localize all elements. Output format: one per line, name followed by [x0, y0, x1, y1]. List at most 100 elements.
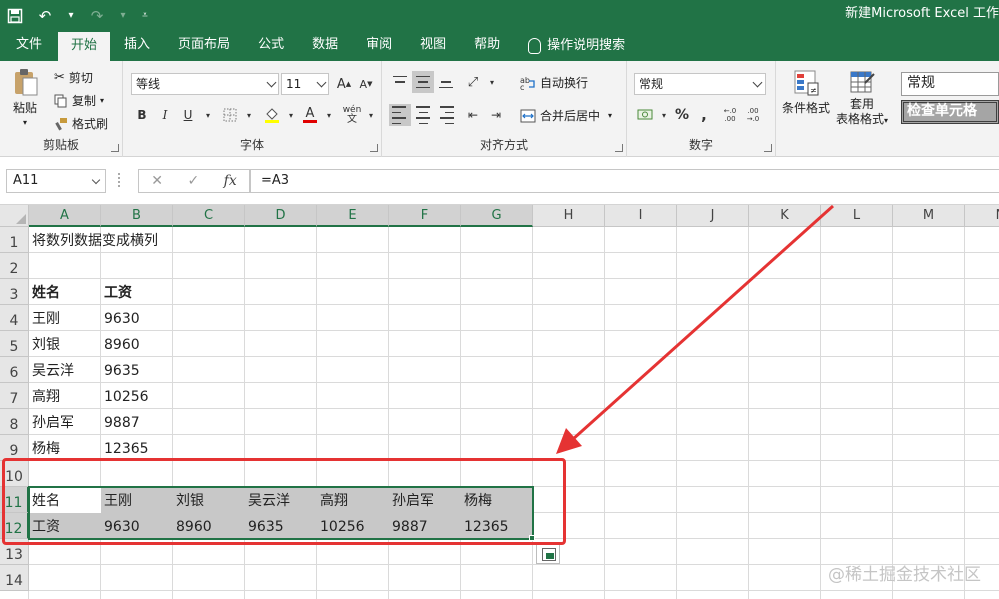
cell-name[interactable]: 高翔	[29, 383, 60, 409]
tab-view[interactable]: 视图	[406, 31, 460, 61]
bold-button[interactable]: B	[131, 104, 153, 126]
percent-button[interactable]: %	[671, 104, 693, 126]
number-launcher-icon[interactable]	[764, 144, 772, 152]
align-top-button[interactable]	[389, 71, 411, 93]
shrink-font-button[interactable]: A ▼	[355, 73, 377, 95]
row-header-7[interactable]: 7	[0, 383, 29, 409]
align-right-button[interactable]	[435, 104, 457, 126]
alignment-launcher-icon[interactable]	[615, 144, 623, 152]
row-header-1[interactable]: 1	[0, 227, 29, 253]
select-all-button[interactable]	[0, 205, 29, 227]
row-header-3[interactable]: 3	[0, 279, 29, 305]
column-header-l[interactable]: L	[821, 205, 893, 227]
cell-salary[interactable]: 9635	[101, 357, 140, 383]
row-header-6[interactable]: 6	[0, 357, 29, 383]
cell-name[interactable]: 王刚	[29, 305, 60, 331]
underline-button[interactable]: U	[177, 104, 199, 126]
cell-header-name[interactable]: 姓名	[29, 279, 60, 305]
formula-bar-splitter[interactable]	[118, 173, 120, 187]
tab-page-layout[interactable]: 页面布局	[164, 31, 244, 61]
format-painter-button[interactable]: 格式刷	[54, 115, 108, 132]
cell-name[interactable]: 孙启军	[29, 409, 74, 435]
tab-review[interactable]: 审阅	[352, 31, 406, 61]
decrease-decimal-button[interactable]: .00 →.0	[742, 104, 764, 126]
column-header-n[interactable]: N	[965, 205, 999, 227]
merge-center-button[interactable]: 合并后居中 ▾	[520, 107, 612, 124]
cancel-icon[interactable]: ✕	[151, 173, 163, 189]
align-center-button[interactable]	[412, 104, 434, 126]
cell-salary[interactable]: 9630	[101, 305, 140, 331]
cell-salary[interactable]: 9887	[101, 409, 140, 435]
style-normal[interactable]: 常规	[901, 72, 999, 96]
column-header-i[interactable]: I	[605, 205, 677, 227]
paste-options-icon[interactable]	[536, 543, 560, 564]
tab-home[interactable]: 开始	[58, 32, 111, 61]
column-header-h[interactable]: H	[533, 205, 605, 227]
phonetic-dropdown-icon[interactable]: ▾	[360, 104, 382, 126]
tell-me-search[interactable]: 操作说明搜索	[514, 31, 639, 61]
row-header-5[interactable]: 5	[0, 331, 29, 357]
row-header-14[interactable]: 14	[0, 565, 29, 591]
worksheet-grid[interactable]: ABCDEFGHIJKLMN1234567891011121314将数列数据变成…	[0, 205, 999, 599]
decrease-indent-button[interactable]: ⇤	[462, 104, 484, 126]
cell-name[interactable]: 刘银	[29, 331, 60, 357]
insert-function-icon[interactable]: fx	[224, 173, 237, 189]
font-name-select[interactable]: 等线	[131, 73, 279, 95]
cell-header-salary[interactable]: 工资	[101, 279, 132, 305]
undo-dropdown-icon[interactable]: ▾	[60, 0, 82, 31]
tab-help[interactable]: 帮助	[460, 31, 514, 61]
align-bottom-button[interactable]	[435, 71, 457, 93]
wrap-text-button[interactable]: ab c 自动换行	[520, 74, 588, 91]
borders-dropdown-icon[interactable]: ▾	[238, 104, 260, 126]
paste-button[interactable]: 粘贴 ▾	[10, 67, 40, 127]
cell-salary[interactable]: 8960	[101, 331, 140, 357]
font-color-dropdown-icon[interactable]: ▾	[318, 104, 340, 126]
tab-data[interactable]: 数据	[298, 31, 352, 61]
name-box-dropdown-icon[interactable]	[91, 175, 101, 185]
italic-button[interactable]: I	[154, 104, 176, 126]
clipboard-launcher-icon[interactable]	[111, 144, 119, 152]
column-header-a[interactable]: A	[29, 205, 101, 227]
tab-formulas[interactable]: 公式	[244, 31, 298, 61]
conditional-formatting-button[interactable]: ≠ 条件格式	[782, 69, 830, 116]
redo-dropdown-icon[interactable]: ▾	[112, 0, 134, 31]
column-header-d[interactable]: D	[245, 205, 317, 227]
grow-font-button[interactable]: A ▲	[333, 73, 355, 95]
row-header-8[interactable]: 8	[0, 409, 29, 435]
column-header-m[interactable]: M	[893, 205, 965, 227]
customize-qat-icon[interactable]: ⩡	[134, 0, 156, 31]
align-left-button[interactable]	[389, 104, 411, 126]
cut-button[interactable]: ✂ 剪切	[54, 69, 93, 86]
column-header-f[interactable]: F	[389, 205, 461, 227]
number-format-select[interactable]: 常规	[634, 73, 766, 95]
cell-name[interactable]: 吴云洋	[29, 357, 74, 383]
increase-indent-button[interactable]: ⇥	[485, 104, 507, 126]
increase-decimal-button[interactable]: ←.0.00	[719, 104, 741, 126]
comma-button[interactable]: ,	[693, 104, 715, 126]
copy-button[interactable]: 复制 ▾	[54, 92, 104, 109]
row-header-4[interactable]: 4	[0, 305, 29, 331]
format-as-table-button[interactable]: 套用 表格格式▾	[836, 69, 888, 128]
formula-input[interactable]: =A3	[250, 169, 999, 193]
column-header-c[interactable]: C	[173, 205, 245, 227]
underline-dropdown-icon[interactable]: ▾	[197, 104, 219, 126]
tab-file[interactable]: 文件	[0, 31, 58, 61]
save-icon[interactable]	[0, 0, 30, 31]
enter-icon[interactable]: ✓	[187, 173, 199, 189]
orientation-dropdown-icon[interactable]: ▾	[481, 71, 503, 93]
undo-icon[interactable]: ↶	[30, 0, 60, 31]
name-box[interactable]: A11	[6, 169, 106, 193]
row-header-2[interactable]: 2	[0, 253, 29, 279]
column-header-e[interactable]: E	[317, 205, 389, 227]
column-header-j[interactable]: J	[677, 205, 749, 227]
column-header-b[interactable]: B	[101, 205, 173, 227]
tab-insert[interactable]: 插入	[110, 31, 164, 61]
column-header-k[interactable]: K	[749, 205, 821, 227]
column-header-g[interactable]: G	[461, 205, 533, 227]
cell-salary[interactable]: 10256	[101, 383, 149, 409]
align-middle-button[interactable]	[412, 71, 434, 93]
style-check-cell[interactable]: 检查单元格	[901, 100, 999, 124]
font-launcher-icon[interactable]	[370, 144, 378, 152]
cell-a1-title[interactable]: 将数列数据变成横列	[29, 227, 158, 253]
redo-icon[interactable]: ↷	[82, 0, 112, 31]
